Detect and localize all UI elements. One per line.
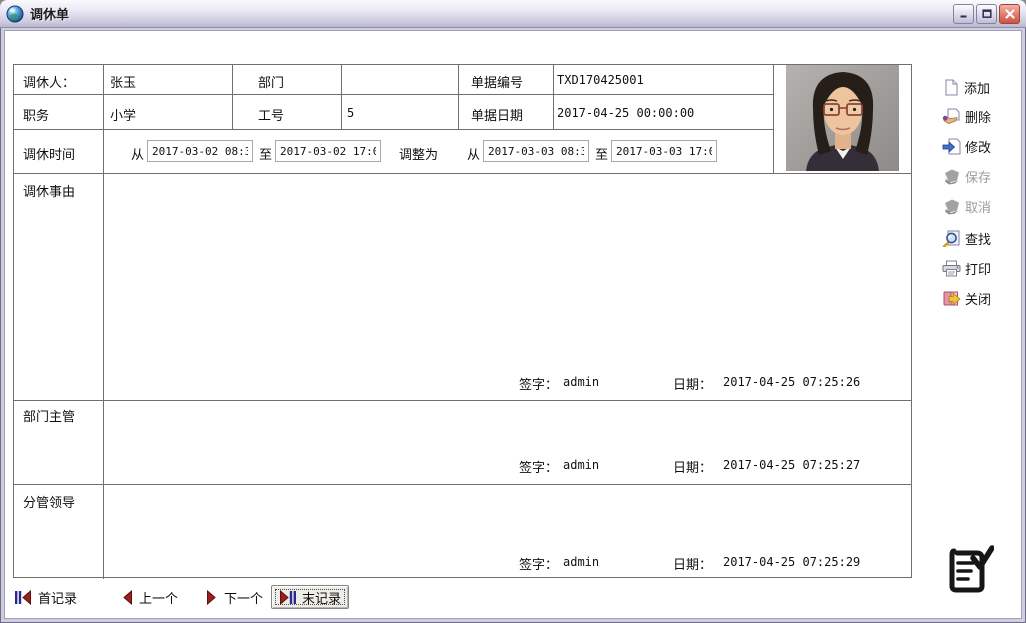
from-label-2: 从 [467,148,481,163]
dept-manager-date-label: 日期： [673,461,713,476]
print-icon [942,260,961,276]
delete-button[interactable]: 删除 [942,105,1020,127]
leader-sign-label: 签字： [519,558,559,573]
leave-time-label: 调休时间 [23,148,76,163]
close-book-icon [943,291,961,306]
find-button[interactable]: 查找 [942,227,1020,249]
grid-line [553,65,554,129]
doc-date-value: 2017-04-25 00:00:00 [557,106,695,120]
window: 调休单 调休人： 张玉 部门 单据编号 TXD170425001 职务 小学 工… [0,0,1026,623]
from-label-1: 从 [131,148,145,163]
position-label: 职务 [23,109,50,124]
add-button[interactable]: 添加 [942,76,1020,98]
modify-button[interactable]: 修改 [942,135,1020,157]
dept-manager-sign-label: 签字： [519,461,559,476]
dept-manager-sign-value: admin [563,458,600,472]
save-icon [945,169,959,184]
grid-line [14,94,773,95]
employee-photo [786,65,899,171]
doc-date-label: 单据日期 [471,109,524,124]
title-bar[interactable]: 调休单 [0,0,1026,28]
previous-record-icon [123,589,132,605]
adjust-to-label: 调整为 [399,148,439,163]
add-document-icon [945,79,958,95]
first-record-icon [15,589,31,605]
previous-record-button[interactable]: 上一个 [121,587,178,607]
search-icon [942,230,960,247]
new-from-input[interactable] [483,140,589,162]
department-label: 部门 [258,76,285,91]
delete-record-icon [942,108,960,124]
doc-number-value: TXD170425001 [557,73,644,87]
leader-date-label: 日期： [673,558,713,573]
close-button[interactable] [999,3,1020,24]
grid-line [103,65,104,579]
window-title: 调休单 [30,8,70,23]
orig-to-input[interactable] [275,140,381,162]
grid-line [14,173,912,174]
checklist-stamp-icon [949,545,994,593]
leave-form-table: 调休人： 张玉 部门 单据编号 TXD170425001 职务 小学 工号 5 … [13,64,912,579]
next-record-icon [207,589,216,605]
last-record-button[interactable]: 末记录 [271,585,349,609]
to-label-1: 至 [259,148,273,163]
print-button[interactable]: 打印 [942,257,1020,279]
to-label-2: 至 [595,148,609,163]
first-record-button[interactable]: 首记录 [14,587,77,607]
maximize-button[interactable] [976,3,997,24]
orig-from-input[interactable] [147,140,253,162]
reason-label: 调休事由 [23,185,76,200]
grid-line [14,484,912,485]
emp-number-value: 5 [347,106,355,120]
emp-number-label: 工号 [258,109,285,124]
grid-line [341,65,342,129]
last-record-icon [279,589,296,605]
cancel-icon [945,199,959,214]
grid-line [232,65,233,129]
grid-line [14,129,773,130]
grid-line [14,400,912,401]
reason-sign-value: admin [563,375,600,389]
leader-date-value: 2017-04-25 07:25:29 [723,555,861,569]
minimize-icon [960,15,966,17]
next-record-button[interactable]: 下一个 [206,587,263,607]
cancel-button[interactable]: 取消 [942,195,1020,217]
grid-line [773,65,774,173]
save-button[interactable]: 保存 [942,165,1020,187]
leader-label: 分管领导 [23,496,76,511]
grid-line [458,65,459,129]
reason-date-value: 2017-04-25 07:25:26 [723,375,861,389]
applicant-label: 调休人： [23,76,76,91]
new-to-input[interactable] [611,140,717,162]
close-form-button[interactable]: 关闭 [942,287,1020,309]
app-globe-icon [6,5,24,22]
doc-number-label: 单据编号 [471,76,524,91]
close-icon [1004,8,1015,19]
dept-manager-label: 部门主管 [23,410,76,425]
position-value: 小学 [110,109,137,124]
leader-sign-value: admin [563,555,600,569]
dept-manager-date-value: 2017-04-25 07:25:27 [723,458,861,472]
applicant-value: 张玉 [110,76,137,91]
reason-date-label: 日期： [673,378,713,393]
minimize-button[interactable] [953,3,974,24]
maximize-icon [981,8,992,18]
reason-sign-label: 签字： [519,378,559,393]
edit-record-icon [942,138,961,154]
